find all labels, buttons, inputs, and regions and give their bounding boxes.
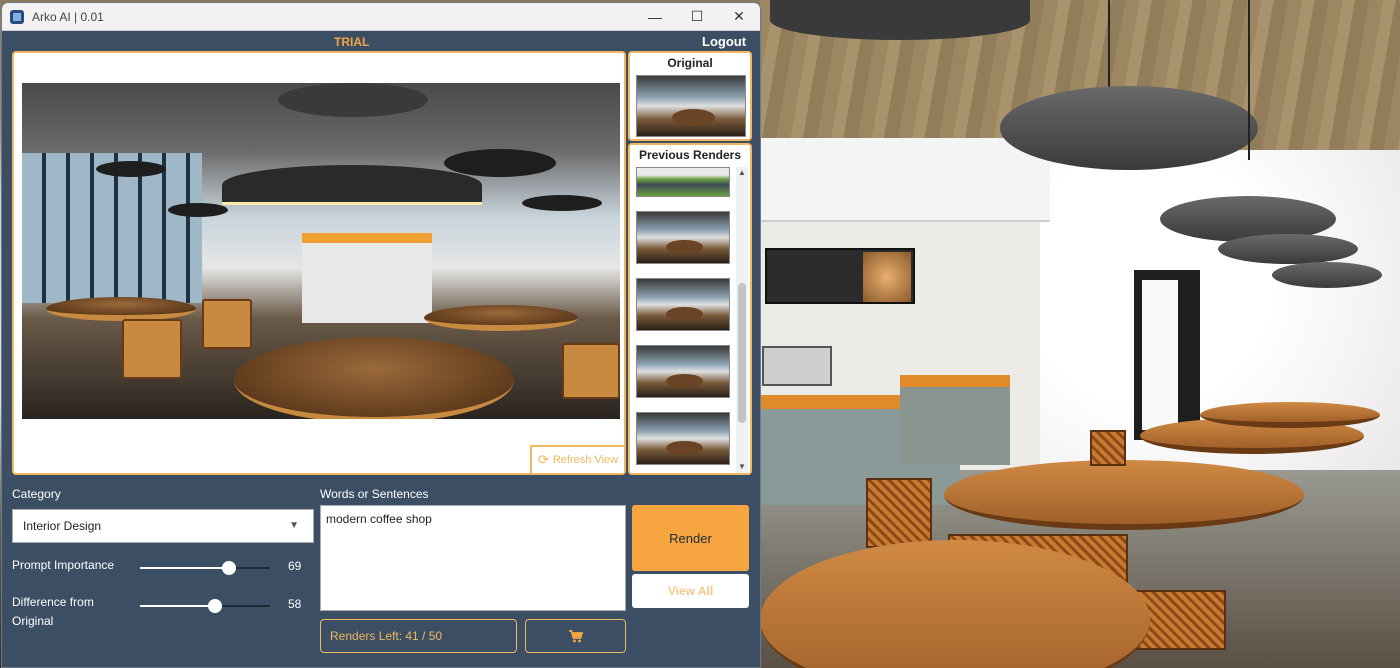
- prompt-importance-knob[interactable]: [222, 561, 236, 575]
- window-title: Arko AI | 0.01: [32, 9, 104, 24]
- scroll-down-icon[interactable]: ▼: [736, 461, 748, 473]
- scene-ceiling-fixture: [770, 0, 1030, 40]
- scene-door: [1134, 270, 1200, 440]
- original-thumbnail[interactable]: [636, 75, 746, 137]
- trial-status: TRIAL: [334, 35, 370, 49]
- scene-table: [944, 460, 1304, 530]
- original-panel: Original: [628, 51, 752, 141]
- render-button[interactable]: Render: [632, 505, 749, 571]
- previous-render-thumbnail[interactable]: [636, 412, 730, 465]
- scene-pendant-lamp: [1000, 86, 1258, 170]
- close-button[interactable]: ✕: [718, 3, 760, 31]
- previous-render-thumbnail[interactable]: [636, 211, 730, 264]
- app-window: Arko AI | 0.01 — ☐ ✕ TRIAL Logout ⟳ Refr…: [1, 2, 761, 668]
- side-panel: Original Previous Renders ▲ ▼: [628, 51, 752, 475]
- previous-renders-title: Previous Renders: [638, 148, 742, 162]
- scene-pendant-lamp: [1218, 234, 1358, 264]
- refresh-icon: ⟳: [537, 452, 549, 467]
- cart-icon: [568, 629, 583, 642]
- difference-slider[interactable]: [140, 599, 270, 613]
- category-label: Category: [12, 487, 61, 501]
- scene-espresso-machine: [762, 346, 832, 386]
- previous-render-thumbnail[interactable]: [636, 167, 730, 197]
- scene-menu-board: [765, 248, 915, 304]
- difference-label: Difference from Original: [12, 595, 94, 628]
- renders-left-indicator: Renders Left: 41 / 50: [320, 619, 517, 653]
- logout-link[interactable]: Logout: [702, 34, 746, 49]
- category-dropdown[interactable]: Interior Design ▼: [12, 509, 314, 543]
- scroll-up-icon[interactable]: ▲: [736, 167, 748, 179]
- scene-soffit: [760, 138, 1050, 222]
- previous-render-thumbnail[interactable]: [636, 278, 730, 331]
- difference-knob[interactable]: [208, 599, 222, 613]
- previous-renders-list: [636, 167, 732, 473]
- prompt-input[interactable]: modern coffee shop: [320, 505, 626, 611]
- scene-chair: [866, 478, 932, 548]
- previous-renders-scrollbar[interactable]: ▲ ▼: [736, 167, 748, 473]
- words-label: Words or Sentences: [320, 487, 429, 501]
- scene-table: [1200, 402, 1380, 428]
- cart-button[interactable]: [525, 619, 626, 653]
- prompt-importance-slider[interactable]: [140, 561, 270, 575]
- scrollbar-thumb[interactable]: [738, 283, 746, 423]
- category-value: Interior Design: [23, 519, 102, 533]
- refresh-view-label: Refresh View: [552, 454, 619, 466]
- top-bar: TRIAL Logout: [2, 31, 760, 53]
- chevron-down-icon: ▼: [289, 520, 299, 531]
- original-title: Original: [667, 56, 713, 70]
- scene-pendant-lamp: [1272, 262, 1382, 288]
- app-logo-icon: [10, 9, 24, 24]
- previous-renders-panel: Previous Renders ▲ ▼: [628, 143, 752, 475]
- difference-value: 58: [288, 597, 302, 611]
- render-viewer: ⟳ Refresh View: [12, 51, 626, 475]
- view-all-button[interactable]: View All: [632, 574, 749, 608]
- scene-chair: [1090, 430, 1126, 466]
- minimize-button[interactable]: —: [634, 3, 676, 31]
- prompt-importance-value: 69: [288, 559, 302, 573]
- previous-render-thumbnail[interactable]: [636, 345, 730, 398]
- scene-counter-display: [900, 375, 1010, 465]
- maximize-button[interactable]: ☐: [676, 3, 718, 31]
- title-bar: Arko AI | 0.01 — ☐ ✕: [2, 3, 760, 31]
- refresh-view-button[interactable]: ⟳ Refresh View: [530, 445, 624, 473]
- prompt-importance-label: Prompt Importance: [12, 558, 115, 572]
- render-image: [22, 83, 620, 419]
